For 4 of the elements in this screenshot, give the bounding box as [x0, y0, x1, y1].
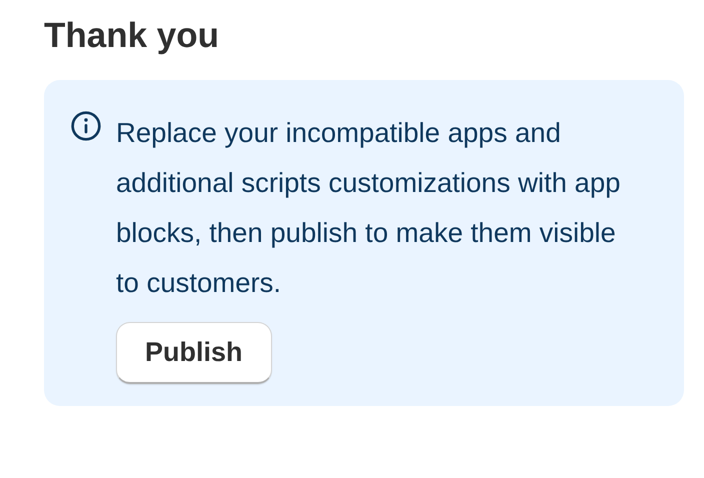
publish-button[interactable]: Publish — [116, 322, 272, 384]
section-heading: Thank you — [44, 15, 220, 57]
banner-message: Replace your incompatible apps and additional scripts customizations with app blocks, then publish to make them visible to customers. — [116, 116, 622, 300]
info-icon — [70, 110, 102, 142]
